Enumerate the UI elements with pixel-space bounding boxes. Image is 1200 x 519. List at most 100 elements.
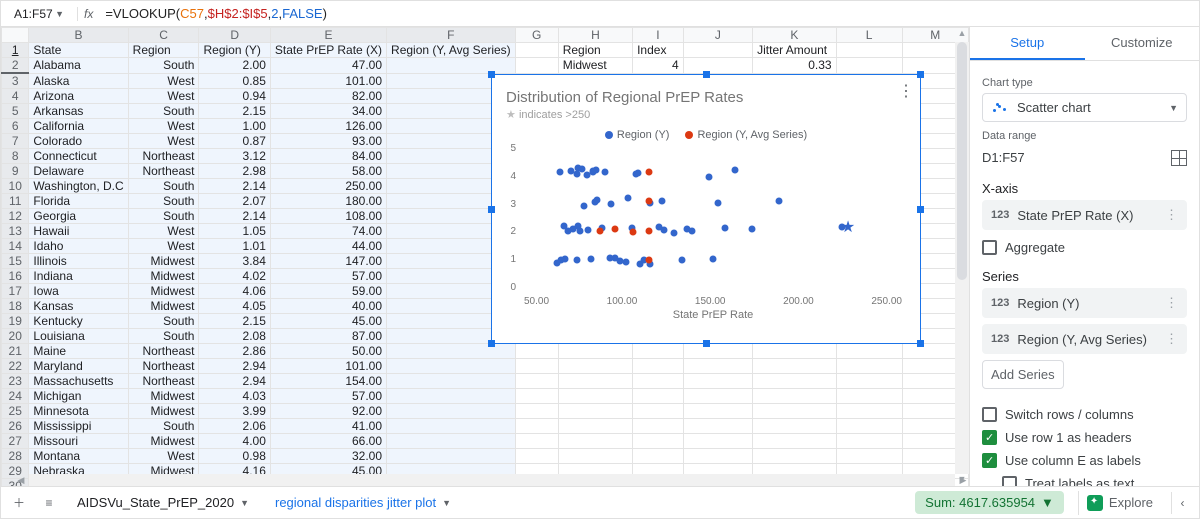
chart-type-select[interactable]: Scatter chart ▼ — [982, 93, 1187, 122]
cell[interactable]: Illinois — [29, 254, 128, 269]
row-header[interactable]: 4 — [2, 89, 29, 104]
cell[interactable]: West — [128, 73, 199, 89]
cell[interactable]: Connecticut — [29, 149, 128, 164]
add-series-button[interactable]: Add Series — [982, 360, 1064, 389]
cell[interactable] — [515, 344, 558, 359]
resize-handle[interactable] — [488, 206, 495, 213]
resize-handle[interactable] — [917, 206, 924, 213]
data-range-input[interactable]: D1:F57 — [982, 146, 1165, 169]
cell[interactable] — [558, 389, 632, 404]
side-panel-toggle[interactable]: ‹ — [1171, 492, 1193, 514]
cell[interactable] — [558, 434, 632, 449]
cell[interactable]: Georgia — [29, 209, 128, 224]
cell[interactable]: West — [128, 224, 199, 239]
cell[interactable] — [387, 58, 516, 74]
row-header[interactable]: 28 — [2, 449, 29, 464]
cell[interactable] — [836, 344, 902, 359]
cell[interactable]: 180.00 — [270, 194, 386, 209]
column-header[interactable]: G — [515, 28, 558, 43]
cell[interactable]: South — [128, 329, 199, 344]
cell[interactable]: Missouri — [29, 434, 128, 449]
cell[interactable]: Alabama — [29, 58, 128, 74]
cell[interactable]: West — [128, 239, 199, 254]
cell[interactable]: 0.85 — [199, 73, 270, 89]
cell[interactable] — [387, 344, 516, 359]
cell[interactable] — [387, 359, 516, 374]
more-icon[interactable]: ⋮ — [1165, 331, 1178, 347]
sheet-tab-2[interactable]: regional disparities jitter plot▼ — [265, 491, 461, 514]
cell[interactable]: 4.06 — [199, 284, 270, 299]
cell[interactable] — [558, 374, 632, 389]
sidebar-tab-customize[interactable]: Customize — [1085, 27, 1200, 60]
cell[interactable]: 2.00 — [199, 58, 270, 74]
cell[interactable] — [558, 359, 632, 374]
cell[interactable]: 2.08 — [199, 329, 270, 344]
scroll-up-icon[interactable]: ▲ — [955, 28, 969, 40]
cell[interactable] — [515, 43, 558, 58]
cell[interactable]: Northeast — [128, 164, 199, 179]
row-header[interactable]: 26 — [2, 419, 29, 434]
row-header[interactable]: 21 — [2, 344, 29, 359]
cell[interactable]: 250.00 — [270, 179, 386, 194]
row-header[interactable]: 11 — [2, 194, 29, 209]
vertical-scrollbar[interactable]: ▲▼ — [955, 42, 969, 474]
cell[interactable]: Northeast — [128, 344, 199, 359]
cell[interactable] — [633, 419, 684, 434]
more-icon[interactable]: ⋮ — [1165, 207, 1178, 223]
row-header[interactable]: 14 — [2, 239, 29, 254]
cell[interactable] — [836, 389, 902, 404]
series-field-1[interactable]: 123 Region (Y) ⋮ — [982, 288, 1187, 318]
cell[interactable] — [558, 404, 632, 419]
cell[interactable]: Northeast — [128, 374, 199, 389]
row-header[interactable]: 24 — [2, 389, 29, 404]
cell[interactable]: Alaska — [29, 73, 128, 89]
row-header[interactable]: 13 — [2, 224, 29, 239]
cell[interactable] — [683, 404, 752, 419]
cell[interactable]: 47.00 — [270, 58, 386, 74]
cell[interactable] — [515, 389, 558, 404]
cell[interactable]: 3.84 — [199, 254, 270, 269]
cell[interactable]: 57.00 — [270, 269, 386, 284]
cell[interactable]: 4.05 — [199, 299, 270, 314]
cell[interactable] — [836, 419, 902, 434]
cell[interactable] — [387, 449, 516, 464]
cell[interactable]: 82.00 — [270, 89, 386, 104]
cell[interactable]: 4 — [633, 58, 684, 74]
row-header[interactable]: 25 — [2, 404, 29, 419]
add-sheet-button[interactable]: ＋ — [7, 491, 31, 515]
cell[interactable]: Arkansas — [29, 104, 128, 119]
cell[interactable] — [558, 449, 632, 464]
cell[interactable]: South — [128, 314, 199, 329]
cell[interactable]: 0.98 — [199, 449, 270, 464]
cell[interactable]: 84.00 — [270, 149, 386, 164]
column-header[interactable]: H — [558, 28, 632, 43]
cell[interactable]: Maryland — [29, 359, 128, 374]
more-icon[interactable]: ⋮ — [1165, 295, 1178, 311]
cell[interactable]: Iowa — [29, 284, 128, 299]
cell[interactable]: Region (Y, Avg Series) — [387, 43, 516, 58]
spreadsheet-grid[interactable]: BCDEFGHIJKLM1StateRegionRegion (Y)State … — [1, 27, 969, 486]
cell[interactable]: Washington, D.C — [29, 179, 128, 194]
resize-handle[interactable] — [488, 71, 495, 78]
sheet-tab-1[interactable]: AIDSVu_State_PrEP_2020▼ — [67, 491, 259, 514]
cell[interactable]: 2.94 — [199, 359, 270, 374]
formula-input[interactable]: =VLOOKUP(C57,$H$2:$I$5,2,FALSE) — [105, 6, 327, 22]
cell[interactable]: 1.00 — [199, 119, 270, 134]
cell[interactable]: 66.00 — [270, 434, 386, 449]
cell[interactable] — [515, 58, 558, 74]
row-header[interactable]: 16 — [2, 269, 29, 284]
cell[interactable]: 0.33 — [753, 58, 836, 74]
cell[interactable]: 2.15 — [199, 104, 270, 119]
cell[interactable]: Arizona — [29, 89, 128, 104]
cell[interactable]: 147.00 — [270, 254, 386, 269]
cell[interactable] — [836, 449, 902, 464]
cell[interactable]: Massachusetts — [29, 374, 128, 389]
row-header[interactable]: 23 — [2, 374, 29, 389]
cell[interactable]: Midwest — [128, 389, 199, 404]
cell[interactable] — [683, 419, 752, 434]
cell[interactable] — [753, 404, 836, 419]
cell[interactable]: 2.06 — [199, 419, 270, 434]
cell[interactable]: Colorado — [29, 134, 128, 149]
cell[interactable]: 4.00 — [199, 434, 270, 449]
explore-button[interactable]: Explore — [1078, 491, 1161, 515]
